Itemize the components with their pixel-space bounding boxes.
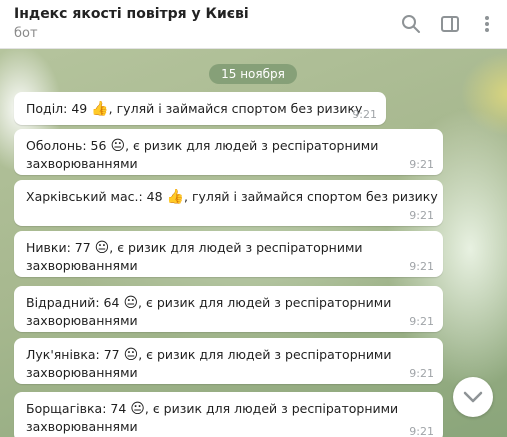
message-bubble[interactable]: Харківський мас.: 48 👍, гуляй і займайся…	[14, 180, 443, 226]
more-vertical-icon[interactable]	[477, 14, 497, 34]
message-time: 9:21	[409, 425, 434, 437]
scroll-down-button[interactable]	[453, 377, 493, 417]
chat-title[interactable]: Індекс якості повітря у Києві	[14, 6, 249, 22]
message-text: Нивки: 77 😐, є ризик для людей з респіра…	[26, 240, 363, 273]
message-text: Відрадний: 64 😐, є ризик для людей з рес…	[26, 295, 392, 328]
chat-header: Індекс якості повітря у Києві бот	[0, 0, 507, 49]
neutral-face-emoji: 😐	[94, 240, 110, 256]
message-text: Оболонь: 56 😐, є ризик для людей з респі…	[26, 138, 379, 171]
date-separator: 15 ноября	[209, 64, 297, 84]
sidebar-panel-icon[interactable]	[440, 14, 460, 34]
message-bubble[interactable]: Лук'янівка: 77 😐, є ризик для людей з ре…	[14, 338, 443, 384]
message-bubble[interactable]: Борщагівка: 74 😐, є ризик для людей з ре…	[14, 392, 443, 437]
chevron-down-icon	[463, 391, 483, 403]
message-time: 9:21	[409, 158, 434, 171]
message-time: 9:21	[352, 108, 377, 121]
neutral-face-emoji: 😐	[123, 295, 139, 311]
message-time: 9:21	[409, 315, 434, 328]
message-text: Харківський мас.: 48 👍, гуляй і займайся…	[26, 189, 438, 205]
neutral-face-emoji: 😐	[130, 401, 145, 417]
message-bubble[interactable]: Поділ: 49 👍, гуляй і займайся спортом бе…	[14, 92, 386, 125]
chat-subtitle: бот	[14, 26, 38, 41]
message-time: 9:21	[409, 367, 434, 380]
message-text: Лук'янівка: 77 😐, є ризик для людей з ре…	[26, 347, 392, 380]
search-icon[interactable]	[401, 14, 421, 34]
thumbs-up-emoji: 👍	[166, 189, 185, 205]
message-time: 9:21	[409, 209, 434, 222]
message-text: Поділ: 49 👍, гуляй і займайся спортом бе…	[26, 101, 363, 117]
message-text: Борщагівка: 74 😐, є ризик для людей з ре…	[26, 401, 399, 434]
message-bubble[interactable]: Нивки: 77 😐, є ризик для людей з респіра…	[14, 231, 443, 277]
chat-area[interactable]: 15 ноября Поділ: 49 👍, гуляй і займайся …	[0, 49, 507, 437]
message-bubble[interactable]: Оболонь: 56 😐, є ризик для людей з респі…	[14, 129, 443, 175]
message-bubble[interactable]: Відрадний: 64 😐, є ризик для людей з рес…	[14, 286, 443, 332]
neutral-face-emoji: 😐	[110, 138, 126, 154]
message-time: 9:21	[409, 260, 434, 273]
neutral-face-emoji: 😐	[123, 347, 139, 363]
thumbs-up-emoji: 👍	[91, 101, 109, 117]
